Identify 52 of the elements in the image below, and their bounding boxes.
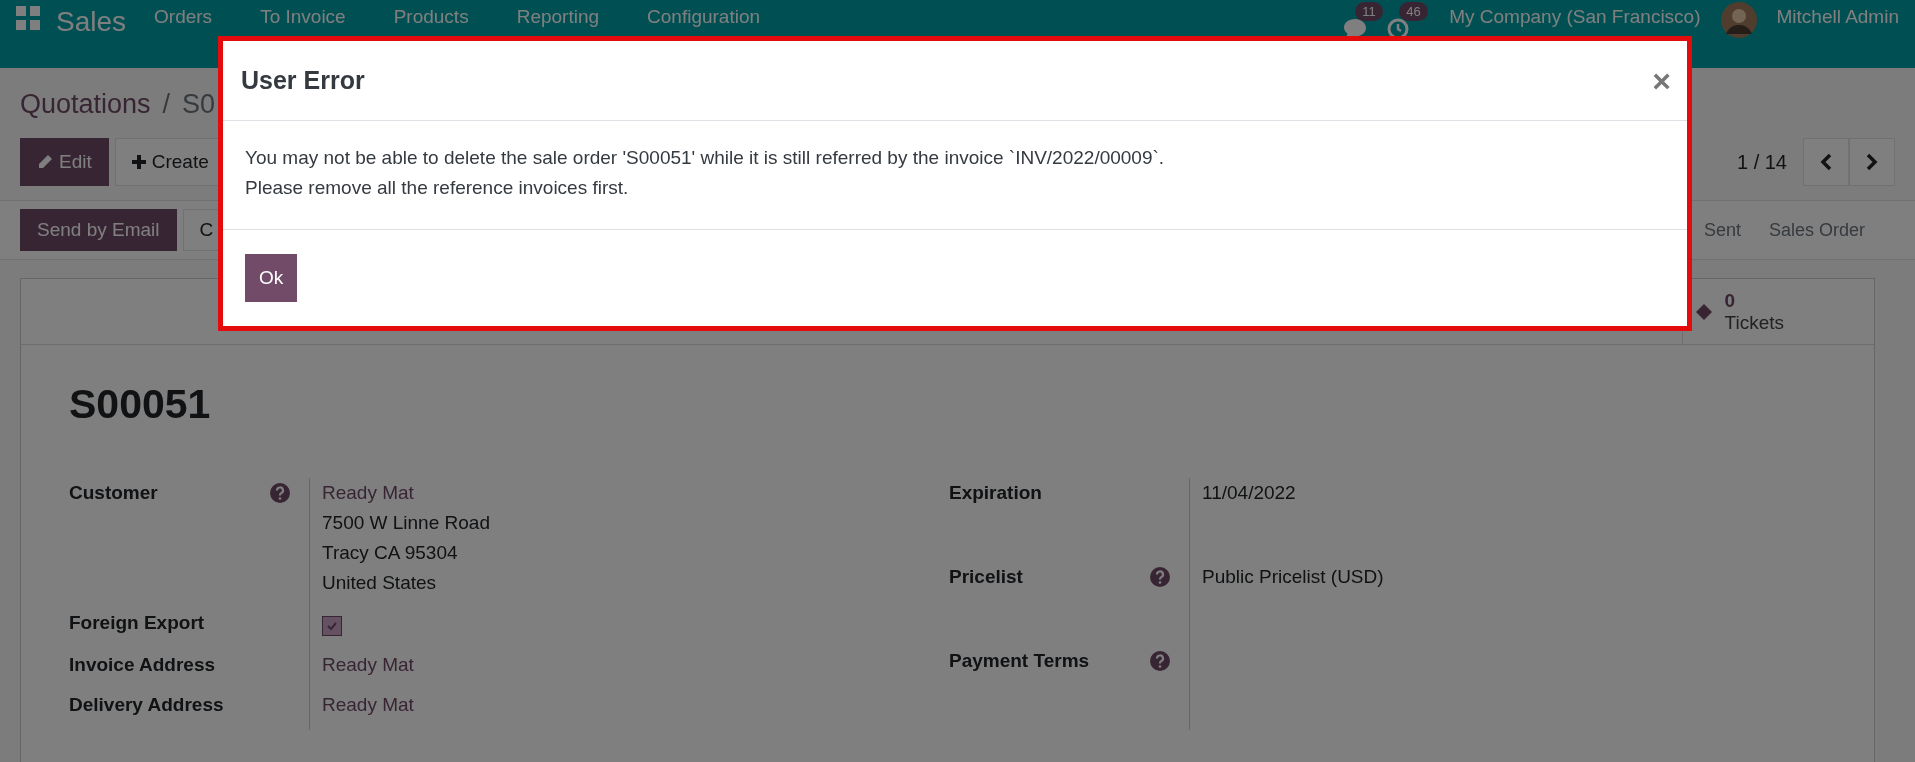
status-stage[interactable]: Sales Order — [1768, 219, 1865, 241]
address-line: Tracy CA 95304 — [322, 542, 459, 564]
field-label: Expiration — [949, 481, 1043, 505]
field-label: Payment Terms — [949, 649, 1091, 673]
user-name[interactable]: Mitchell Admin — [1776, 6, 1899, 28]
next-button[interactable] — [1849, 138, 1895, 186]
plus-icon — [131, 155, 146, 169]
menu-item[interactable]: Products — [393, 6, 469, 28]
help-icon — [1149, 566, 1171, 588]
company-switcher[interactable]: My Company (San Francisco) — [1449, 6, 1701, 28]
field-label: Customer — [69, 481, 159, 505]
breadcrumb-separator: / — [162, 88, 171, 120]
breadcrumb-item[interactable]: Quotations — [20, 88, 151, 120]
error-message: Please remove all the reference invoices first. — [245, 177, 630, 199]
notification-badge: 11 — [1355, 2, 1383, 21]
status-stage[interactable]: Sent — [1703, 219, 1741, 241]
partner-link[interactable]: Ready Mat — [322, 482, 949, 504]
checkbox[interactable] — [322, 616, 342, 636]
chevron-left-icon — [1819, 153, 1833, 171]
menu-item[interactable]: Reporting — [516, 6, 600, 28]
menu-item[interactable]: To Invoice — [260, 6, 346, 28]
previous-button[interactable] — [1803, 138, 1849, 186]
record-title: S00051 — [69, 381, 212, 428]
partner-link[interactable]: Ready Mat — [322, 694, 949, 716]
address-line: United States — [322, 572, 438, 594]
partner-link[interactable]: Ready Mat — [322, 654, 949, 676]
breadcrumb-item: S0 — [182, 88, 216, 120]
dialog-title: User Error — [241, 66, 365, 95]
app-name[interactable]: Sales — [56, 6, 127, 38]
help-icon — [1149, 650, 1171, 672]
pencil-icon — [37, 154, 53, 170]
action-button[interactable]: Edit — [20, 138, 109, 186]
menu-item[interactable]: Orders — [154, 6, 213, 28]
pager-value: 1 / 14 — [1736, 150, 1787, 174]
user-avatar[interactable] — [1720, 2, 1757, 38]
field-value: Public Pricelist (USD) — [1202, 566, 1385, 588]
ok-button[interactable]: Ok — [245, 254, 298, 302]
close-button[interactable]: × — [1652, 64, 1671, 97]
field-label: Invoice Address — [69, 653, 217, 677]
field-label: Pricelist — [949, 565, 1024, 589]
help-icon — [269, 482, 291, 504]
chevron-right-icon — [1865, 153, 1879, 171]
address-line: 7500 W Linne Road — [322, 512, 491, 534]
field-label: Foreign Export — [69, 611, 206, 635]
menu-item[interactable]: Configuration — [647, 6, 761, 28]
apps-menu-icon[interactable] — [16, 6, 40, 30]
error-message: You may not be able to delete the sale order 'S00051' while it is still referred by the invoice `INV/2022/00009`. — [245, 147, 1166, 169]
notification-badge: 46 — [1399, 2, 1428, 21]
field-value: 11/04/2022 — [1202, 482, 1297, 504]
field-label: Delivery Address — [69, 693, 225, 717]
checkmark-icon — [326, 620, 338, 632]
status-action-button[interactable]: Send by Email — [20, 209, 177, 251]
